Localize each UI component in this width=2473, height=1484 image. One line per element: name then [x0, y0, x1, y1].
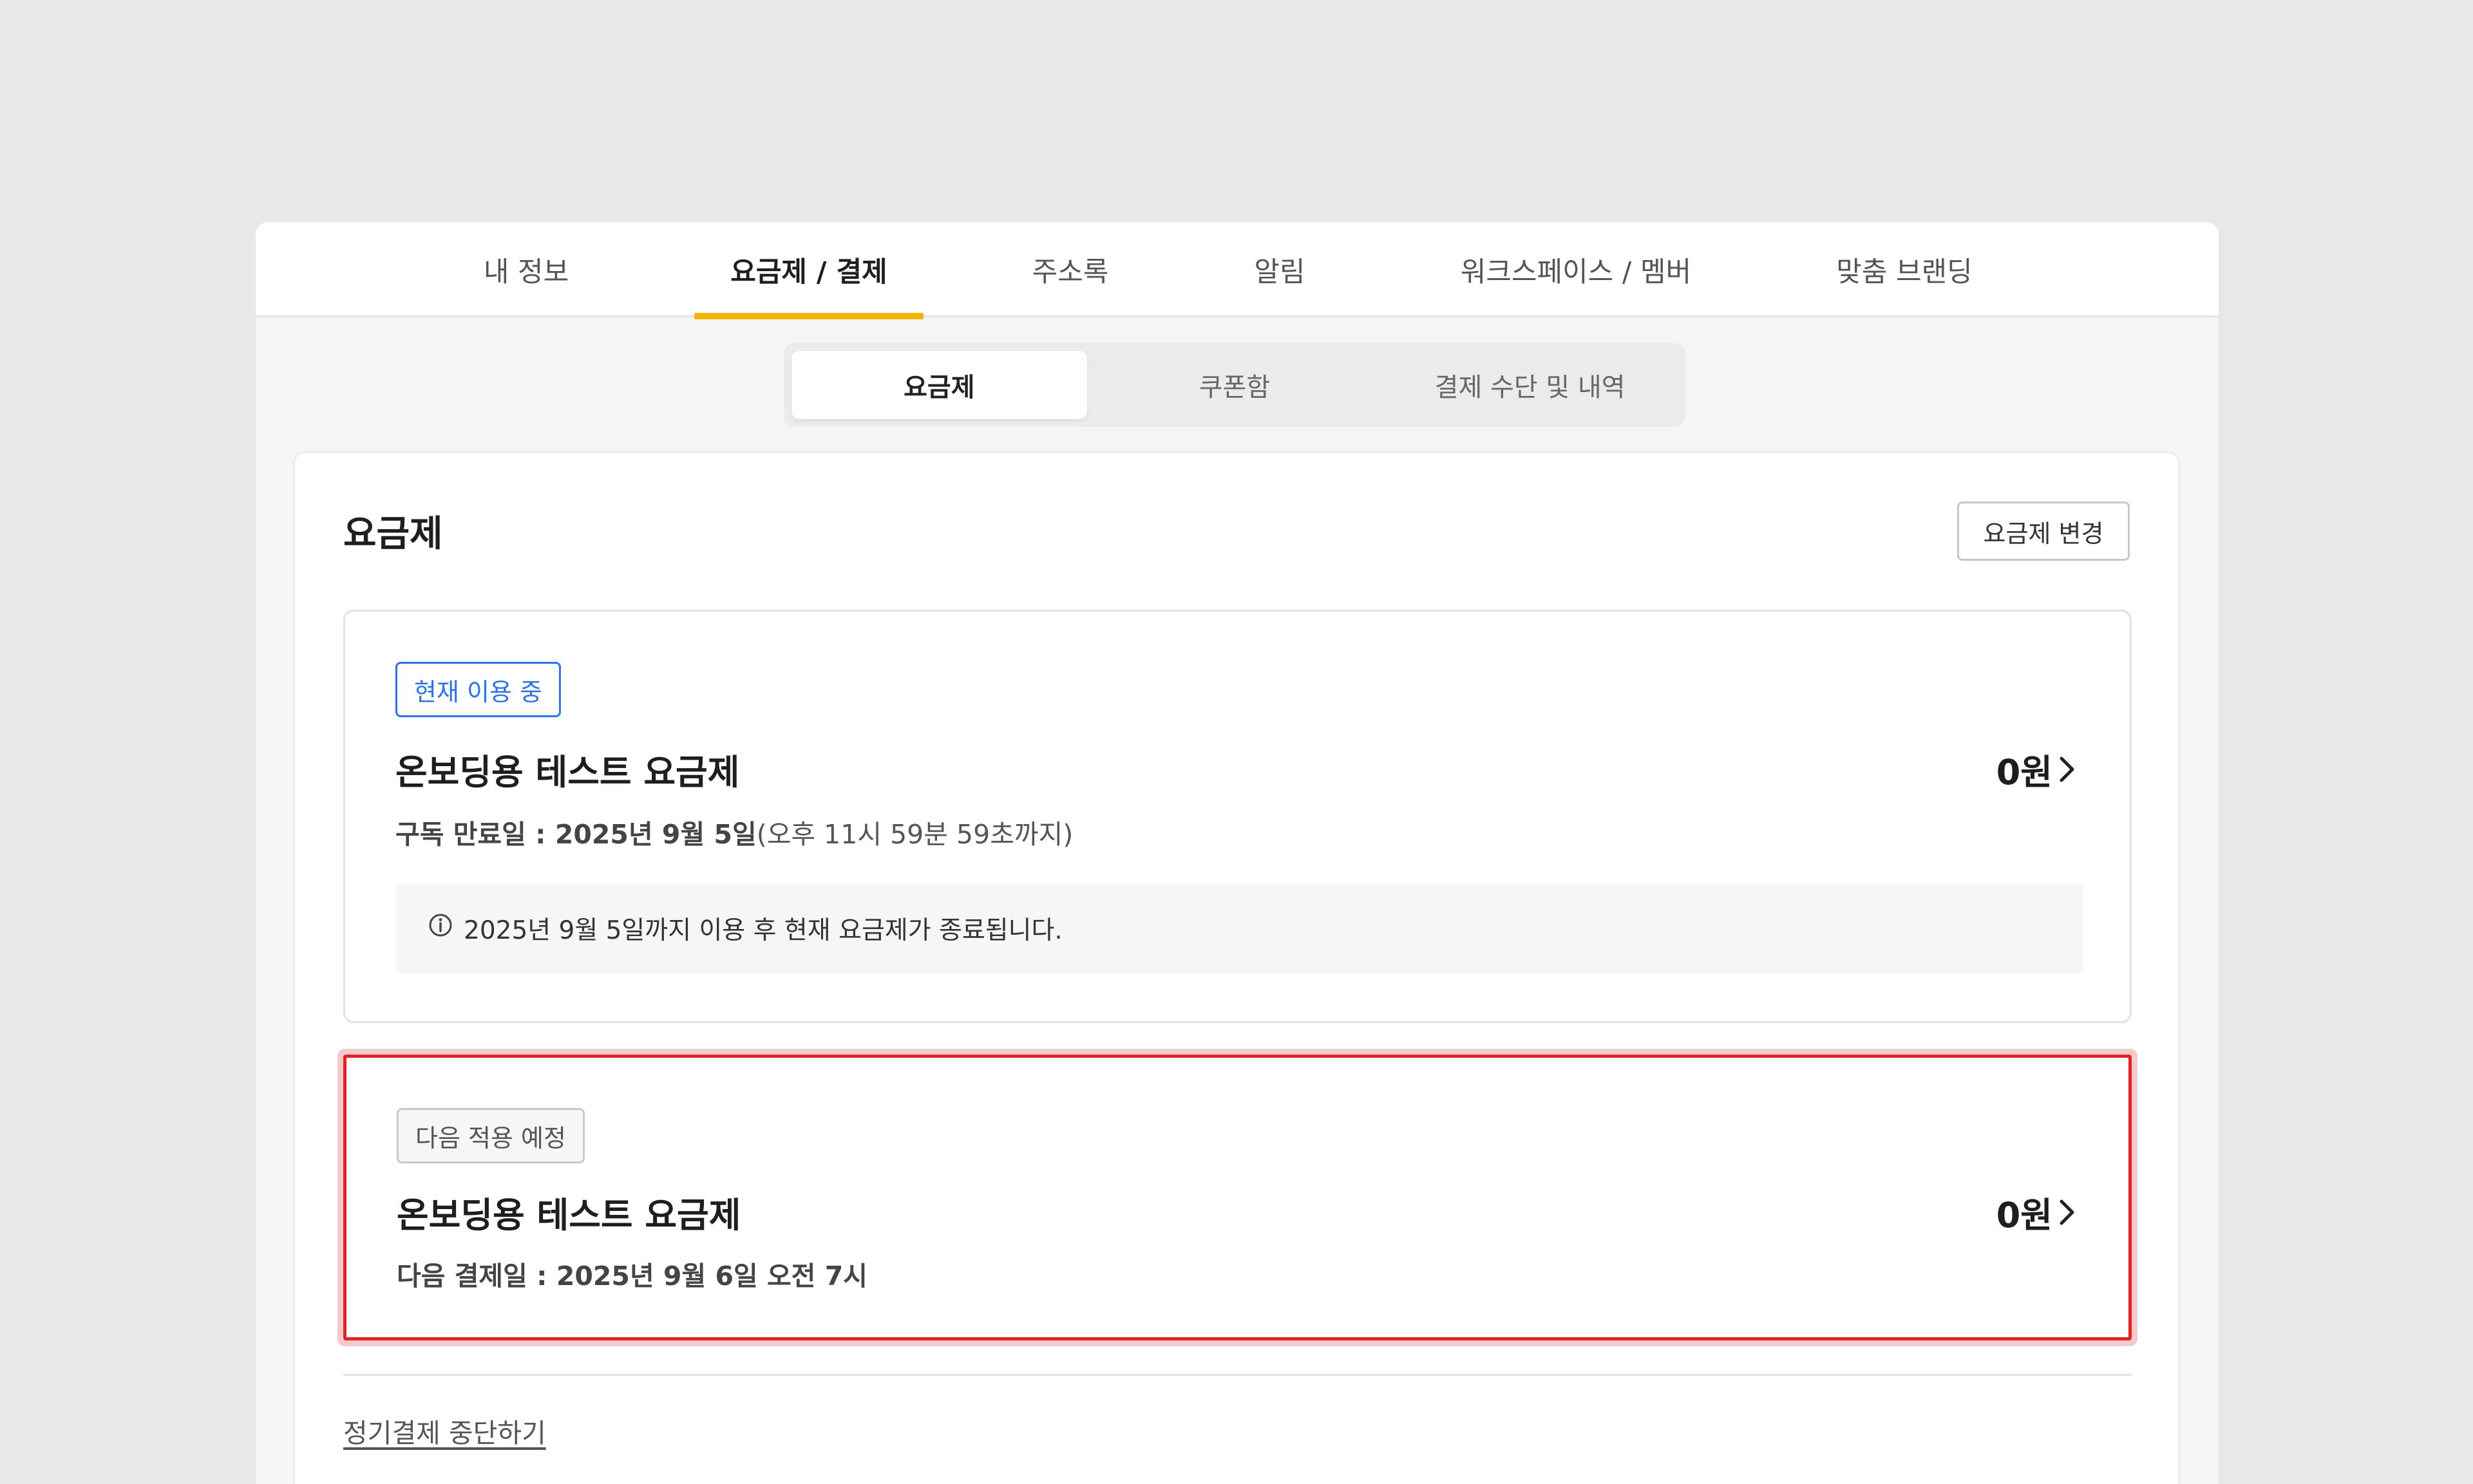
sub-tab-group: 요금제 쿠폰함 결제 수단 및 내역	[784, 343, 1685, 427]
current-plan-badge: 현재 이용 중	[395, 662, 561, 717]
next-plan-name: 온보딩용 테스트 요금제	[397, 1195, 741, 1235]
top-navigation: 내 정보 요금제 / 결제 주소록 알림 워크스페이스 / 멤버 맞춤 브랜딩	[256, 222, 2219, 319]
tab-plan-payment[interactable]: 요금제 / 결제	[694, 222, 924, 319]
next-plan-price-link[interactable]: 0원	[1996, 1187, 2085, 1237]
plan-end-notice: 2025년 9월 5일까지 이용 후 현재 요금제가 종료됩니다.	[395, 883, 2083, 973]
chevron-right-icon	[2059, 752, 2085, 787]
tab-my-info[interactable]: 내 정보	[475, 222, 578, 317]
current-plan-price-link[interactable]: 0원	[1996, 744, 2085, 794]
change-plan-button[interactable]: 요금제 변경	[1957, 502, 2130, 561]
expiry-label: 구독 만료일 :	[395, 819, 555, 850]
tab-address-book[interactable]: 주소록	[1022, 222, 1119, 317]
expiry-time: (오후 11시 59분 59초까지)	[756, 819, 1074, 850]
divider	[343, 1374, 2132, 1376]
info-icon	[428, 912, 453, 944]
subtab-coupons[interactable]: 쿠폰함	[1087, 351, 1383, 419]
current-plan-card: 현재 이용 중 온보딩용 테스트 요금제 0원 구독 만료일 : 2025년 9…	[343, 610, 2132, 1023]
next-payment-label: 다음 결제일 :	[397, 1261, 556, 1291]
current-plan-price: 0원	[1996, 752, 2052, 793]
next-plan-badge: 다음 적용 예정	[397, 1108, 585, 1163]
tab-workspace-members[interactable]: 워크스페이스 / 멤버	[1447, 222, 1705, 317]
expiry-date: 2025년 9월 5일	[554, 819, 757, 850]
subtab-plan[interactable]: 요금제	[791, 351, 1087, 419]
settings-window: 내 정보 요금제 / 결제 주소록 알림 워크스페이스 / 멤버 맞춤 브랜딩 …	[256, 222, 2219, 1484]
plan-panel: 요금제 요금제 변경 현재 이용 중 온보딩용 테스트 요금제 0원 구독 만료…	[293, 451, 2180, 1484]
next-plan-card: 다음 적용 예정 온보딩용 테스트 요금제 0원 다음 결제일 : 2025년 …	[343, 1055, 2132, 1340]
panel-title: 요금제	[343, 513, 443, 555]
stop-recurring-payment-link[interactable]: 정기결제 중단하기	[343, 1411, 546, 1450]
chevron-right-icon	[2059, 1195, 2085, 1230]
next-payment-value: 2025년 9월 6일 오전 7시	[556, 1261, 867, 1291]
current-plan-name: 온보딩용 테스트 요금제	[395, 752, 740, 793]
tab-custom-branding[interactable]: 맞춤 브랜딩	[1827, 222, 1982, 317]
subtab-payment-methods[interactable]: 결제 수단 및 내역	[1382, 351, 1678, 419]
notice-text: 2025년 9월 5일까지 이용 후 현재 요금제가 종료됩니다.	[464, 916, 1063, 945]
next-plan-price: 0원	[1996, 1195, 2052, 1235]
next-payment-date: 다음 결제일 : 2025년 9월 6일 오전 7시	[397, 1254, 867, 1293]
current-plan-expiry: 구독 만료일 : 2025년 9월 5일(오후 11시 59분 59초까지)	[395, 812, 1073, 851]
tab-notifications[interactable]: 알림	[1244, 222, 1315, 317]
